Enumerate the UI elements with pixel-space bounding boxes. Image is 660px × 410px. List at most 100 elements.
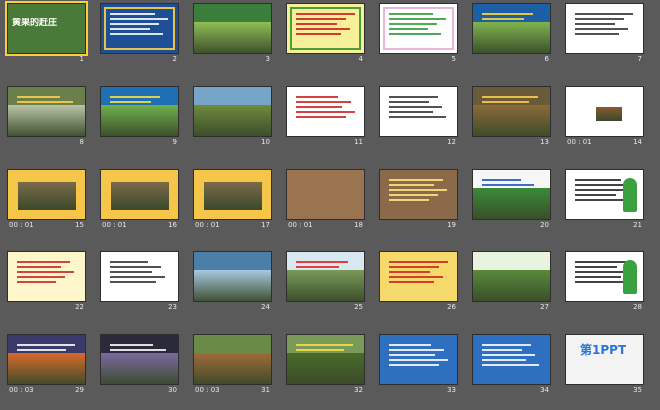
slide-number: 26 (447, 303, 456, 311)
slide-text-lines (110, 96, 162, 106)
slide-number: 11 (354, 138, 363, 146)
slide-timing: 00 : 01 (195, 221, 220, 229)
slide-number: 34 (540, 386, 549, 394)
slide-number: 35 (633, 386, 642, 394)
slide-image (194, 353, 271, 384)
slide-thumbnail[interactable]: 10 (193, 86, 272, 146)
slide-thumbnail[interactable]: 21 (565, 169, 644, 229)
slide-image (194, 22, 271, 53)
slide-image (287, 353, 364, 384)
slide-preview (193, 334, 272, 385)
slide-number: 27 (540, 303, 549, 311)
slide-preview (379, 3, 458, 54)
slide-preview (565, 3, 644, 54)
slide-timing: 00 : 01 (9, 221, 34, 229)
slide-thumbnail[interactable]: 27 (472, 251, 551, 311)
slide-sorter-grid: 黄果的赶庄 1 2 3 4 5 6 7 8 9 10 11 12 13 14 00 : 01 15 00 : 01… (0, 0, 660, 410)
slide-thumbnail[interactable]: 7 (565, 3, 644, 63)
slide-preview (7, 169, 86, 220)
slide-number: 21 (633, 221, 642, 229)
slide-text-lines (296, 261, 348, 271)
slide-thumbnail[interactable]: 黄果的赶庄 1 (5, 1, 88, 63)
slide-number: 30 (168, 386, 177, 394)
slide-text-lines (482, 179, 534, 189)
slide-preview (379, 169, 458, 220)
slide-thumbnail[interactable]: 13 (472, 86, 551, 146)
slide-thumbnail[interactable]: 24 (193, 251, 272, 311)
slide-thumbnail[interactable]: 19 (379, 169, 458, 229)
slide-number: 10 (261, 138, 270, 146)
slide-thumbnail[interactable]: 30 (100, 334, 179, 394)
slide-preview (193, 86, 272, 137)
slide-text-lines (389, 179, 447, 204)
slide-text-lines (575, 13, 633, 38)
slide-image (473, 105, 550, 136)
slide-thumbnail[interactable]: 34 (472, 334, 551, 394)
slide-number: 13 (540, 138, 549, 146)
slide-thumbnail[interactable]: 第1PPT 35 (565, 334, 644, 394)
slide-number: 5 (451, 55, 456, 63)
slide-preview: 第1PPT (565, 334, 644, 385)
slide-image (596, 107, 622, 121)
slide-image (287, 270, 364, 301)
slide-text-lines (110, 13, 168, 38)
slide-preview (100, 86, 179, 137)
slide-text-lines (110, 344, 166, 354)
slide-thumbnail[interactable]: 15 00 : 01 (7, 169, 86, 229)
slide-preview (565, 86, 644, 137)
slide-image (194, 105, 271, 136)
slide-thumbnail[interactable]: 8 (7, 86, 86, 146)
slide-number: 6 (544, 55, 549, 63)
slide-thumbnail[interactable]: 12 (379, 86, 458, 146)
slide-thumbnail[interactable]: 25 (286, 251, 365, 311)
slide-thumbnail[interactable]: 33 (379, 334, 458, 394)
slide-thumbnail[interactable]: 23 (100, 251, 179, 311)
slide-thumbnail[interactable]: 3 (193, 3, 272, 63)
slide-image (101, 105, 178, 136)
slide-preview (565, 169, 644, 220)
slide-number: 19 (447, 221, 456, 229)
slide-image (111, 182, 169, 210)
slide-thumbnail[interactable]: 18 00 : 01 (286, 169, 365, 229)
slide-thumbnail[interactable]: 17 00 : 01 (193, 169, 272, 229)
slide-thumbnail[interactable]: 31 00 : 03 (193, 334, 272, 394)
slide-preview (379, 334, 458, 385)
tree-graphic (623, 178, 637, 212)
slide-preview (379, 251, 458, 302)
slide-thumbnail[interactable]: 9 (100, 86, 179, 146)
slide-thumbnail[interactable]: 16 00 : 01 (100, 169, 179, 229)
slide-thumbnail[interactable]: 22 (7, 251, 86, 311)
slide-thumbnail[interactable]: 28 (565, 251, 644, 311)
slide-thumbnail[interactable]: 2 (100, 3, 179, 63)
slide-thumbnail[interactable]: 6 (472, 3, 551, 63)
slide-image (473, 188, 550, 219)
slide-number: 16 (168, 221, 177, 229)
slide-thumbnail[interactable]: 4 (286, 3, 365, 63)
slide-thumbnail[interactable]: 11 (286, 86, 365, 146)
slide-preview (286, 169, 365, 220)
slide-timing: 00 : 03 (195, 386, 220, 394)
slide-timing: 00 : 01 (567, 138, 592, 146)
slide-number: 17 (261, 221, 270, 229)
slide-text-lines (482, 13, 534, 23)
slide-thumbnail[interactable]: 20 (472, 169, 551, 229)
slide-thumbnail[interactable]: 5 (379, 3, 458, 63)
slide-preview (100, 334, 179, 385)
slide-number: 20 (540, 221, 549, 229)
slide-preview (100, 251, 179, 302)
slide-preview (286, 334, 365, 385)
slide-number: 15 (75, 221, 84, 229)
slide-thumbnail[interactable]: 26 (379, 251, 458, 311)
slide-text-lines (389, 261, 448, 286)
slide-number: 9 (172, 138, 177, 146)
slide-text-lines (389, 13, 446, 38)
slide-preview (7, 251, 86, 302)
slide-thumbnail[interactable]: 29 00 : 03 (7, 334, 86, 394)
slide-image (204, 182, 262, 210)
slide-number: 1 (79, 55, 84, 63)
slide-thumbnail[interactable]: 32 (286, 334, 365, 394)
slide-title: 第1PPT (580, 343, 627, 357)
slide-thumbnail[interactable]: 14 00 : 01 (565, 86, 644, 146)
slide-preview (193, 251, 272, 302)
slide-image (473, 270, 550, 301)
